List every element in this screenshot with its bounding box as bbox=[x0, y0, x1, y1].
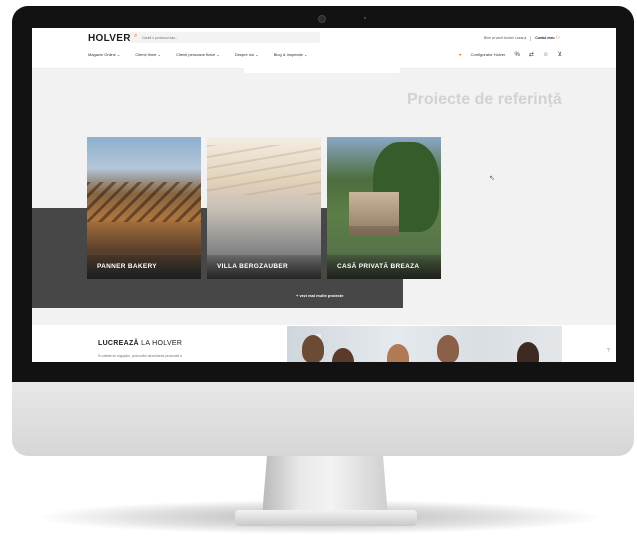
project-label-bar: PANNER BAKERY bbox=[87, 255, 201, 279]
heart-icon: ♥ bbox=[459, 52, 462, 57]
person-1 bbox=[302, 335, 324, 362]
account-area: Bine ai venit Andrei Lazarui Contul meu … bbox=[484, 35, 560, 41]
help-icon[interactable]: ? bbox=[607, 348, 610, 354]
nav-item-despre[interactable]: Despre noi ⌄ bbox=[235, 52, 259, 57]
compare-icon[interactable]: ⇄ bbox=[529, 52, 534, 58]
site-logo[interactable]: HOLVER bbox=[88, 33, 131, 44]
careers-title: LUCREAZĂ LA HOLVER bbox=[98, 340, 182, 347]
section-title: Proiecte de referință bbox=[407, 91, 562, 108]
project-card-panner[interactable]: PANNER BAKERY bbox=[87, 137, 201, 279]
project-title: PANNER BAKERY bbox=[97, 263, 157, 270]
project-card-breaza[interactable]: CASĂ PRIVATĂ BREAZA bbox=[327, 137, 441, 279]
camera-icon bbox=[318, 15, 326, 23]
nav-item-persoane[interactable]: Clienți persoane fizice ⌄ bbox=[176, 52, 220, 57]
camera-sensor bbox=[364, 17, 366, 19]
mouse-cursor-icon: ⇖ bbox=[489, 175, 495, 182]
my-account-link[interactable]: Contul meu bbox=[535, 36, 554, 40]
project-image bbox=[87, 182, 201, 222]
main-nav: Magazin Online ⌄ Clienți firme ⌄ Clienți… bbox=[88, 52, 321, 57]
configurator-label: Configurator Holver bbox=[470, 52, 506, 57]
nav-right: ♥ Configurator Holver % ⇄ ☆ ⊻ bbox=[443, 51, 562, 58]
search-dropdown-edge bbox=[244, 68, 400, 73]
project-title: CASĂ PRIVATĂ BREAZA bbox=[337, 263, 420, 270]
search-input[interactable] bbox=[142, 32, 312, 43]
percent-icon[interactable]: % bbox=[514, 52, 519, 58]
project-card-villa[interactable]: VILLA BERGZAUBER bbox=[207, 137, 321, 279]
project-image-house bbox=[349, 192, 399, 236]
careers-description: În calitate de angajator, promovăm dezvo… bbox=[98, 354, 182, 358]
site-header: HOLVER ⌕ Bine ai venit Andrei Lazarui Co… bbox=[32, 28, 616, 69]
monitor-chin bbox=[12, 380, 634, 456]
search-icon: ⌕ bbox=[134, 33, 138, 39]
person-2 bbox=[332, 348, 354, 362]
user-icon[interactable]: ⚇ bbox=[556, 35, 560, 41]
divider bbox=[530, 35, 532, 41]
project-title: VILLA BERGZAUBER bbox=[217, 263, 289, 270]
project-label-bar: VILLA BERGZAUBER bbox=[207, 255, 321, 279]
team-photo bbox=[287, 326, 562, 362]
nav-item-magazin[interactable]: Magazin Online ⌄ bbox=[88, 52, 120, 57]
person-5 bbox=[517, 342, 539, 362]
monitor-stand bbox=[262, 455, 388, 517]
star-icon[interactable]: ☆ bbox=[543, 52, 548, 58]
configurator-link[interactable]: ♥ Configurator Holver bbox=[451, 52, 505, 57]
search-box[interactable]: ⌕ bbox=[130, 32, 320, 43]
careers-block: LUCREAZĂ LA HOLVER În calitate de angaja… bbox=[87, 328, 287, 362]
browser-viewport: HOLVER ⌕ Bine ai venit Andrei Lazarui Co… bbox=[32, 28, 616, 362]
careers-title-bold: LUCREAZĂ bbox=[98, 340, 139, 347]
more-projects-link[interactable]: + vezi mai multe proiecte bbox=[296, 293, 343, 298]
person-4 bbox=[437, 335, 459, 362]
project-label-bar: CASĂ PRIVATĂ BREAZA bbox=[327, 255, 441, 279]
careers-title-rest: LA HOLVER bbox=[138, 340, 183, 347]
welcome-text: Bine ai venit Andrei Lazarui bbox=[483, 36, 527, 40]
project-image bbox=[207, 145, 321, 195]
monitor-stand-base bbox=[235, 510, 417, 526]
cart-icon[interactable]: ⊻ bbox=[558, 52, 562, 58]
nav-item-blog[interactable]: Blog & Inspirație ⌄ bbox=[274, 52, 308, 57]
nav-item-firme[interactable]: Clienți firme ⌄ bbox=[135, 52, 161, 57]
person-3 bbox=[387, 344, 409, 362]
